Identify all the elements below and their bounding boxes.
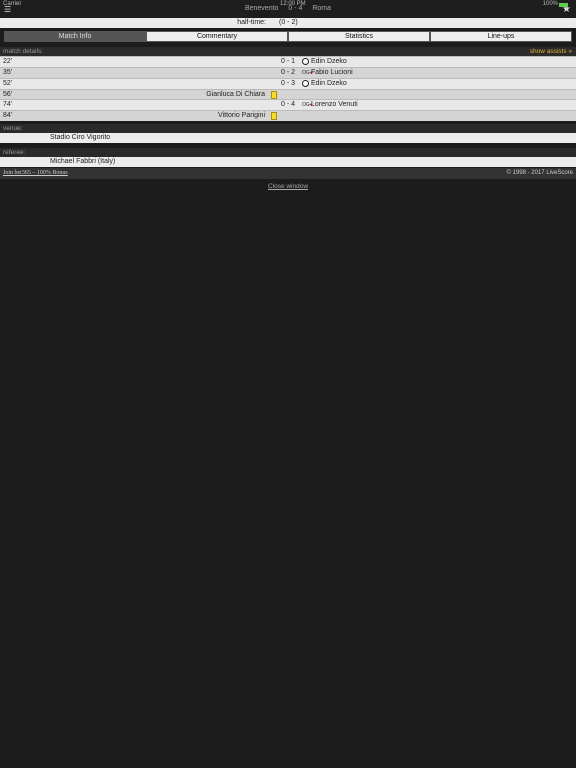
close-window-link[interactable]: Close window bbox=[0, 183, 576, 190]
event-row: 22' 0 - 1 Edin Dzeko bbox=[0, 56, 576, 67]
footer: Join bet365 – 100% Bonus © 1998 - 2017 L… bbox=[0, 168, 576, 179]
event-player-away: Fabio Lucioni bbox=[311, 69, 353, 76]
venue-header: venue: bbox=[0, 124, 576, 133]
event-player-home: Vittorio Parigini bbox=[218, 112, 265, 119]
event-row: 74' 0 - 4 OG● Lorenzo Venuti bbox=[0, 99, 576, 110]
yellow-card-icon bbox=[271, 112, 277, 120]
clock: 12:00 PM bbox=[280, 1, 306, 7]
match-details-header: match details: show assists » bbox=[0, 47, 576, 56]
event-score: 0 - 4 bbox=[281, 101, 296, 108]
tab-line-ups[interactable]: Line-ups bbox=[430, 31, 572, 42]
bet365-link[interactable]: Join bet365 – 100% Bonus bbox=[3, 170, 68, 176]
referee-name: Michael Fabbri (Italy) bbox=[50, 158, 116, 165]
match-details-label: match details: bbox=[3, 48, 44, 55]
goal-icon bbox=[302, 58, 309, 67]
event-row: 52' 0 - 3 Edin Dzeko bbox=[0, 78, 576, 89]
venue-row: Stadio Ciro Vigorito bbox=[0, 133, 576, 143]
yellow-card-icon bbox=[271, 91, 277, 99]
tab-statistics[interactable]: Statistics bbox=[288, 31, 430, 42]
show-assists-link[interactable]: show assists » bbox=[530, 48, 572, 55]
carrier-label: Carrier bbox=[3, 1, 22, 7]
venue-name: Stadio Ciro Vigorito bbox=[50, 134, 111, 141]
event-row: 84' Vittorio Parigini bbox=[0, 110, 576, 121]
event-player-away: Edin Dzeko bbox=[311, 80, 347, 87]
halftime-score: (0 - 2) bbox=[279, 19, 298, 26]
status-bar: Carrier 12:00 PM 100% bbox=[0, 0, 576, 8]
event-minute: 35' bbox=[3, 69, 13, 76]
event-score: 0 - 1 bbox=[281, 58, 296, 65]
event-minute: 22' bbox=[3, 58, 13, 65]
event-minute: 74' bbox=[3, 101, 13, 108]
venue-label: venue: bbox=[3, 125, 23, 132]
referee-row: Michael Fabbri (Italy) bbox=[0, 157, 576, 167]
event-score: 0 - 2 bbox=[281, 69, 296, 76]
referee-label: referee: bbox=[3, 149, 26, 156]
event-minute: 56' bbox=[3, 91, 13, 98]
event-minute: 84' bbox=[3, 112, 13, 119]
tab-commentary[interactable]: Commentary bbox=[146, 31, 288, 42]
halftime-label: half-time: bbox=[237, 19, 266, 26]
event-minute: 52' bbox=[3, 80, 13, 87]
copyright: © 1998 - 2017 LiveScore bbox=[506, 170, 573, 176]
halftime-row: half-time: (0 - 2) bbox=[0, 18, 576, 28]
tab-bar: Match Info Commentary Statistics Line-up… bbox=[4, 31, 572, 42]
event-score: 0 - 3 bbox=[281, 80, 296, 87]
tab-match-info[interactable]: Match Info bbox=[4, 31, 146, 42]
goal-icon bbox=[302, 80, 309, 89]
event-row: 35' 0 - 2 OG● Fabio Lucioni bbox=[0, 67, 576, 78]
event-player-home: Gianluca Di Chiara bbox=[206, 91, 265, 98]
event-player-away: Lorenzo Venuti bbox=[311, 101, 358, 108]
referee-header: referee: bbox=[0, 148, 576, 157]
event-player-away: Edin Dzeko bbox=[311, 58, 347, 65]
battery-label: 100% bbox=[542, 1, 558, 7]
battery-icon bbox=[559, 3, 568, 7]
